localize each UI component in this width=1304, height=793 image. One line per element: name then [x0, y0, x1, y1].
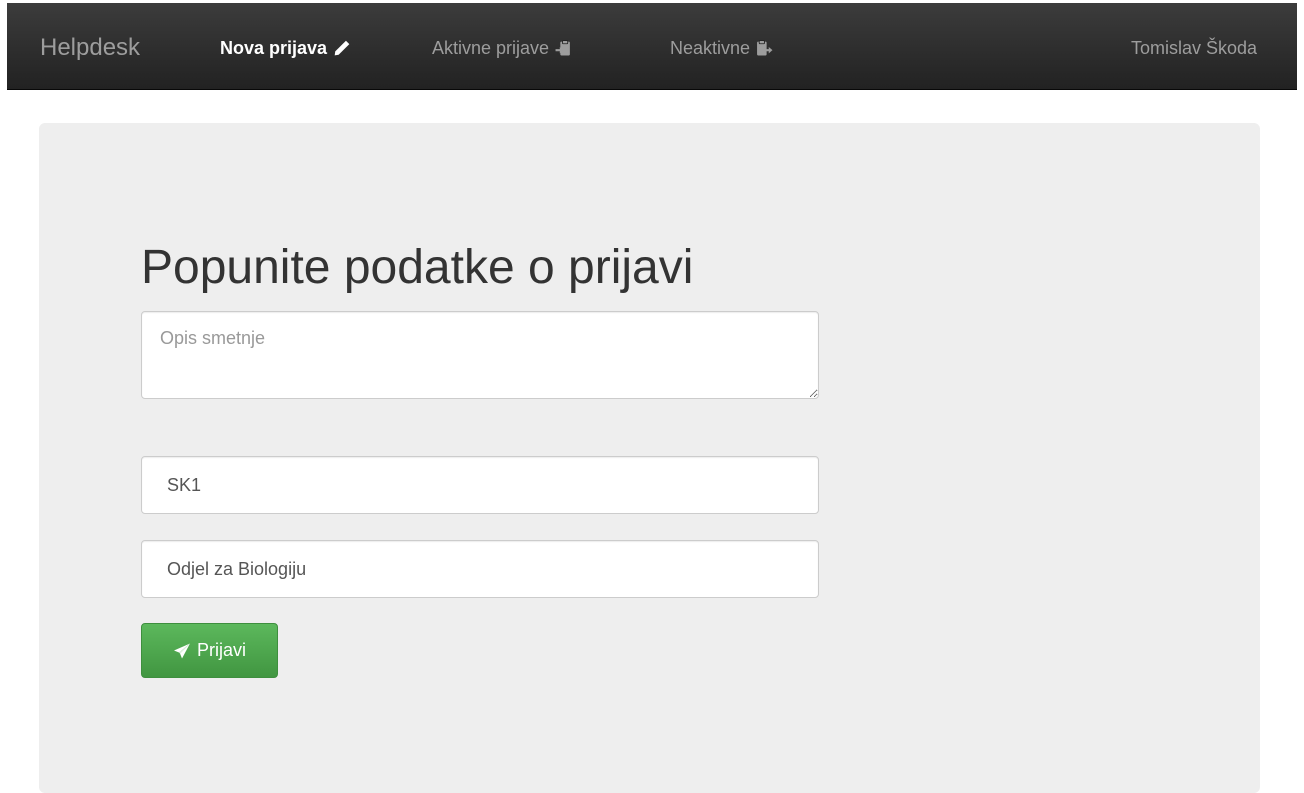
page-title: Popunite podatke o prijavi [141, 241, 694, 294]
department-input[interactable] [141, 540, 819, 598]
nav-item-aktivne-prijave[interactable]: Aktivne prijave [432, 35, 572, 61]
brand-link[interactable]: Helpdesk [40, 33, 140, 63]
nav-item-nova-prijava[interactable]: Nova prijava [220, 35, 351, 61]
top-navbar: Helpdesk Nova prijava Aktivne prijave Ne… [7, 3, 1297, 90]
paper-plane-icon [173, 643, 190, 658]
description-textarea[interactable] [141, 311, 819, 399]
nav-item-neaktivne[interactable]: Neaktivne [670, 35, 773, 61]
submit-label: Prijavi [196, 640, 246, 660]
nav-item-label: Neaktivne [670, 38, 751, 58]
location-input[interactable] [141, 456, 819, 514]
nav-item-label: Nova prijava [220, 38, 328, 58]
user-menu[interactable]: Tomislav Škoda [1131, 35, 1257, 61]
clipboard-import-icon [555, 40, 570, 56]
pencil-icon [334, 40, 350, 56]
nav-item-label: Aktivne prijave [432, 38, 550, 58]
submit-button[interactable]: Prijavi [141, 623, 278, 678]
clipboard-export-icon [757, 40, 773, 56]
